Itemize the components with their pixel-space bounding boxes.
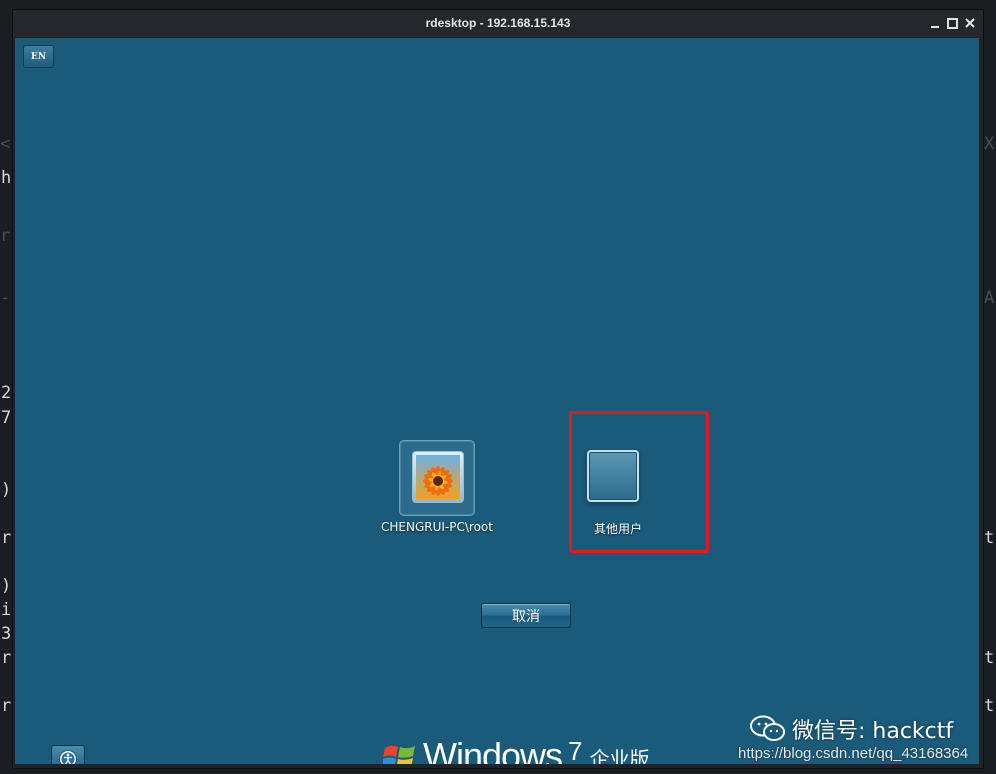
terminal-fragment: r <box>1 648 12 668</box>
csdn-watermark: https://blog.csdn.net/qq_43168364 <box>738 745 969 762</box>
terminal-fragment: t <box>984 648 995 668</box>
terminal-fragment: t <box>984 696 995 716</box>
maximize-button[interactable] <box>944 15 960 31</box>
terminal-fragment: r <box>1 696 12 716</box>
ease-of-access-icon <box>59 750 77 764</box>
annotation-highlight-box <box>569 411 709 553</box>
windows-logo-icon <box>383 745 415 764</box>
windows-branding: Windows 7 企业版 <box>383 736 650 764</box>
rdesktop-window: rdesktop - 192.168.15.143 EN CHENGRUI-PC… <box>12 9 984 769</box>
ease-of-access-button[interactable] <box>51 745 85 764</box>
minimize-button[interactable] <box>927 15 943 31</box>
terminal-fragment: r <box>1 528 12 548</box>
language-indicator[interactable]: EN <box>23 45 54 68</box>
terminal-fragment: t <box>984 528 995 548</box>
terminal-fragment: h <box>1 168 12 188</box>
minimize-icon <box>931 26 939 28</box>
wechat-id: 微信号: hackctf <box>792 719 954 744</box>
terminal-fragment: 3 <box>1 624 12 644</box>
close-button[interactable] <box>962 15 978 31</box>
windows-edition: 企业版 <box>589 747 650 764</box>
title-bar[interactable]: rdesktop - 192.168.15.143 <box>13 10 983 37</box>
user-tile-root[interactable] <box>399 440 475 516</box>
terminal-fragment: ) <box>1 480 12 500</box>
wechat-watermark: 微信号: hackctf <box>750 713 953 745</box>
window-title: rdesktop - 192.168.15.143 <box>425 16 571 30</box>
remote-login-screen: EN CHENGRUI-PC\root 其他用户 取消 Windows 7 企业… <box>15 38 979 764</box>
user-tile-label: CHENGRUI-PC\root <box>381 520 493 534</box>
terminal-fragment: ) <box>1 576 12 596</box>
windows-wordmark: Windows <box>423 735 563 765</box>
wechat-icon <box>750 715 785 741</box>
terminal-fragment: A <box>984 288 995 308</box>
terminal-fragment: - <box>0 288 11 308</box>
terminal-fragment: r <box>0 226 11 246</box>
terminal-fragment: i <box>1 600 12 620</box>
terminal-fragment: < <box>0 134 11 154</box>
user-picture <box>412 451 464 503</box>
terminal-fragment: X <box>984 134 995 154</box>
flower-icon <box>416 455 460 499</box>
terminal-fragment: 7 <box>1 408 12 428</box>
maximize-icon <box>946 17 958 29</box>
terminal-fragment: 2 <box>1 383 12 403</box>
close-icon <box>965 18 975 28</box>
cancel-button[interactable]: 取消 <box>481 603 571 628</box>
windows-version: 7 <box>568 736 583 764</box>
